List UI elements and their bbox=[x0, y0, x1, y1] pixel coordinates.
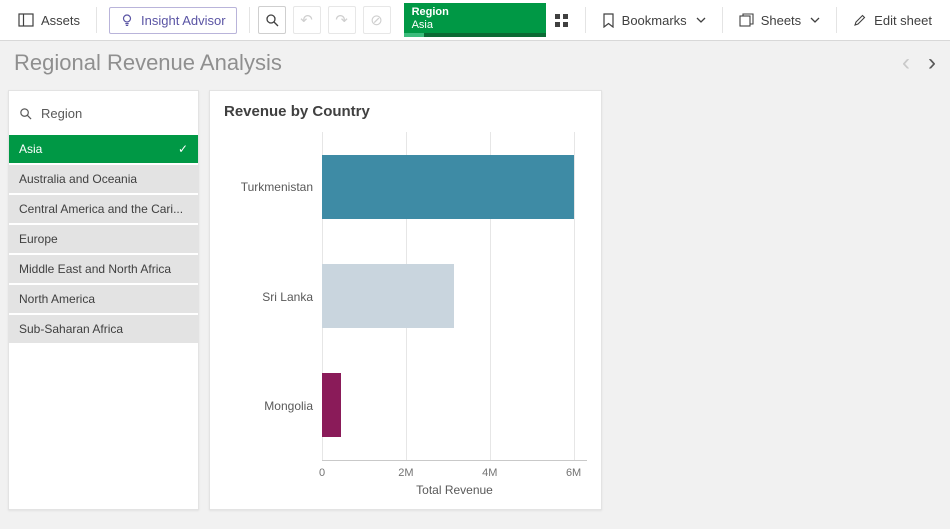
sheets-label: Sheets bbox=[761, 13, 801, 28]
bar-sri-lanka[interactable] bbox=[322, 264, 454, 328]
list-item-asia[interactable]: Asia ✓ bbox=[9, 135, 198, 163]
chevron-down-icon bbox=[810, 17, 820, 23]
grid-icon bbox=[554, 13, 569, 28]
chart-title: Revenue by Country bbox=[224, 103, 587, 120]
selection-chip-value: Asia bbox=[412, 19, 538, 32]
bar-mongolia[interactable] bbox=[322, 373, 341, 437]
list-item-label: North America bbox=[19, 292, 95, 306]
list-item-europe[interactable]: Europe bbox=[9, 225, 198, 253]
list-item-label: Australia and Oceania bbox=[19, 172, 137, 186]
insight-advisor-button[interactable]: Insight Advisor bbox=[109, 7, 237, 34]
assets-button[interactable]: Assets bbox=[10, 7, 88, 34]
redo-icon: ↷ bbox=[335, 11, 348, 29]
x-tick-label: 2M bbox=[398, 467, 413, 479]
list-item-australia-and-oceania[interactable]: Australia and Oceania bbox=[9, 165, 198, 193]
x-tick-label: 0 bbox=[319, 467, 325, 479]
search-icon bbox=[265, 13, 279, 27]
x-axis-title: Total Revenue bbox=[322, 483, 587, 501]
bar-turkmenistan[interactable] bbox=[322, 155, 574, 219]
category-label: Mongolia bbox=[224, 351, 322, 461]
selection-proportion-fill bbox=[404, 33, 424, 37]
pencil-icon bbox=[853, 13, 867, 27]
list-item-sub-saharan-africa[interactable]: Sub-Saharan Africa bbox=[9, 315, 198, 343]
redo-button: ↷ bbox=[328, 6, 356, 34]
selection-chip-field: Region bbox=[412, 6, 538, 19]
selection-proportion-bar bbox=[404, 33, 546, 37]
toolbar-divider bbox=[722, 7, 723, 33]
x-tick-label: 4M bbox=[482, 467, 497, 479]
smart-search-button[interactable] bbox=[258, 6, 286, 34]
filter-header[interactable]: Region bbox=[9, 91, 198, 135]
x-axis: 0 2M 4M 6M bbox=[322, 461, 587, 483]
list-item-central-america[interactable]: Central America and the Cari... bbox=[9, 195, 198, 223]
filter-title: Region bbox=[41, 106, 82, 121]
filter-pane-region: Region Asia ✓ Australia and Oceania Cent… bbox=[8, 90, 199, 510]
toolbar-divider bbox=[96, 7, 97, 33]
checkmark-icon: ✓ bbox=[178, 142, 188, 156]
toolbar: Assets Insight Advisor ↶ ↷ ⊘ Region Asia bbox=[0, 0, 950, 41]
page-title: Regional Revenue Analysis bbox=[14, 50, 282, 76]
list-item-label: Sub-Saharan Africa bbox=[19, 322, 123, 336]
sheet-content: Region Asia ✓ Australia and Oceania Cent… bbox=[0, 85, 950, 528]
assets-panel-icon bbox=[18, 13, 34, 27]
next-sheet-button[interactable]: › bbox=[928, 51, 936, 75]
sheets-icon bbox=[739, 13, 754, 27]
toolbar-right: Bookmarks Sheets Edit sheet bbox=[546, 7, 940, 34]
search-icon bbox=[19, 107, 32, 120]
insight-advisor-label: Insight Advisor bbox=[141, 13, 226, 28]
chevron-down-icon bbox=[696, 17, 706, 23]
clear-selections-icon: ⊘ bbox=[370, 11, 383, 29]
undo-button: ↶ bbox=[293, 6, 321, 34]
chart-card-revenue-by-country: Revenue by Country TurkmenistanSri Lanka… bbox=[209, 90, 602, 510]
undo-icon: ↶ bbox=[300, 11, 313, 29]
edit-sheet-button[interactable]: Edit sheet bbox=[845, 7, 940, 34]
lightbulb-icon bbox=[120, 13, 134, 27]
gridline bbox=[574, 132, 575, 460]
bookmarks-button[interactable]: Bookmarks bbox=[594, 7, 714, 34]
list-item-label: Asia bbox=[19, 142, 42, 156]
toolbar-divider bbox=[585, 7, 586, 33]
plot-area bbox=[322, 132, 587, 461]
list-item-label: Europe bbox=[19, 232, 58, 246]
previous-sheet-button[interactable]: ‹ bbox=[902, 51, 910, 75]
clear-selections-button: ⊘ bbox=[363, 6, 391, 34]
filter-list: Asia ✓ Australia and Oceania Central Ame… bbox=[9, 135, 198, 343]
sheets-button[interactable]: Sheets bbox=[731, 7, 828, 34]
bookmarks-label: Bookmarks bbox=[622, 13, 687, 28]
chart-body: TurkmenistanSri LankaMongolia bbox=[224, 132, 587, 461]
toolbar-divider bbox=[249, 7, 250, 33]
category-labels: TurkmenistanSri LankaMongolia bbox=[224, 132, 322, 461]
list-item-north-america[interactable]: North America bbox=[9, 285, 198, 313]
category-label: Turkmenistan bbox=[224, 132, 322, 242]
category-label: Sri Lanka bbox=[224, 242, 322, 352]
assets-label: Assets bbox=[41, 13, 80, 28]
toolbar-divider bbox=[836, 7, 837, 33]
x-tick-label: 6M bbox=[566, 467, 581, 479]
list-item-label: Middle East and North Africa bbox=[19, 262, 171, 276]
sheet-title-bar: Regional Revenue Analysis ‹ › bbox=[0, 41, 950, 85]
edit-sheet-label: Edit sheet bbox=[874, 13, 932, 28]
selection-chip-region[interactable]: Region Asia bbox=[404, 3, 546, 37]
list-item-label: Central America and the Cari... bbox=[19, 202, 183, 216]
app-navigation-button[interactable] bbox=[546, 7, 577, 34]
list-item-middle-east-and-north-africa[interactable]: Middle East and North Africa bbox=[9, 255, 198, 283]
sheet-navigation: ‹ › bbox=[902, 51, 936, 75]
bookmark-icon bbox=[602, 13, 615, 28]
